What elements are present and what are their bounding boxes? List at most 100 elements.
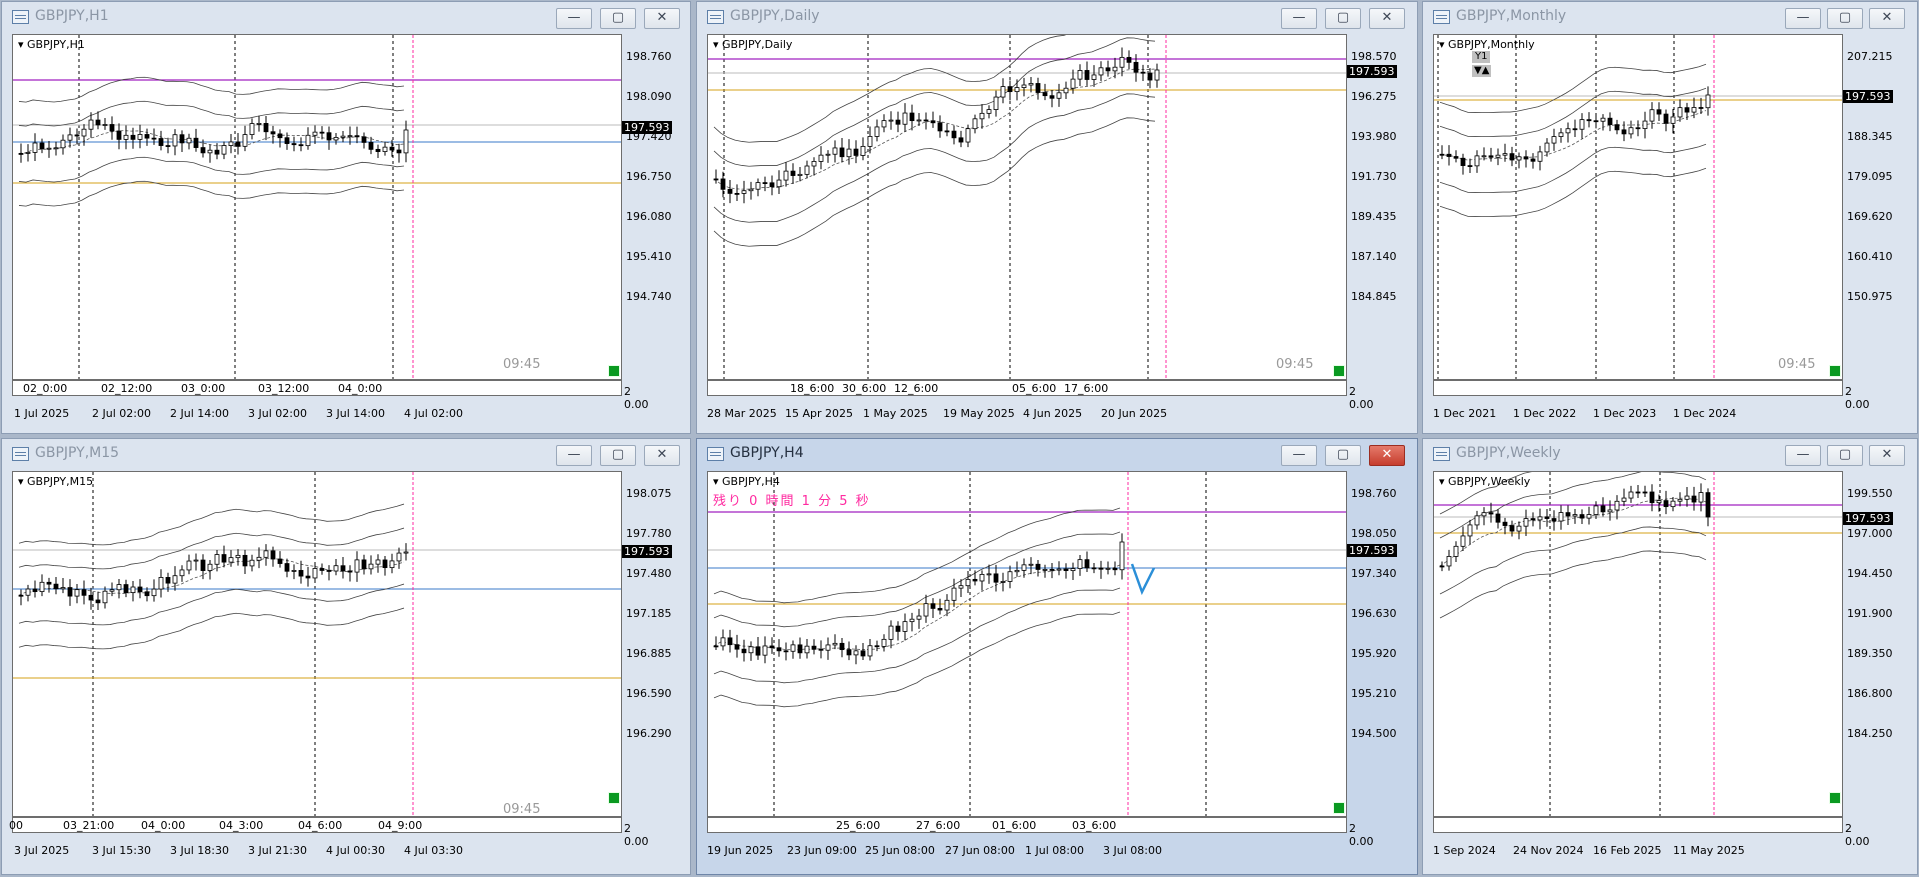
time-tick-label: 04_0:00	[141, 819, 186, 832]
time-scale[interactable]: 25_6:00 27_6:00 01_6:00 03_6:00	[707, 817, 1347, 833]
candle-body	[242, 554, 248, 567]
chart-symbol-label[interactable]: ▾ GBPJPY,Daily	[713, 38, 792, 51]
candle-body	[1467, 165, 1473, 167]
price-tick-label: 198.570	[1351, 50, 1397, 63]
chart-symbol-label[interactable]: ▾ GBPJPY,Weekly	[1439, 475, 1530, 488]
time-scale[interactable]: 18_6:00 30_6:00 12_6:00 05_6:00 17_6:00	[707, 380, 1347, 396]
price-tick-label: 199.550	[1847, 487, 1893, 500]
period-badge[interactable]: Y1	[1472, 51, 1491, 63]
autoscroll-indicator[interactable]	[1829, 365, 1841, 377]
candle-body	[825, 153, 831, 156]
candle-body	[916, 119, 922, 122]
minimize-button[interactable]: —	[1281, 445, 1317, 466]
minimize-button[interactable]: —	[556, 8, 592, 29]
date-axis: 1 Dec 2021 1 Dec 2022 1 Dec 2023 1 Dec 2024	[1433, 407, 1843, 423]
close-button[interactable]: ✕	[644, 8, 680, 29]
candle-body	[1544, 516, 1550, 519]
period-arrows[interactable]: ▼▲	[1472, 65, 1492, 77]
chart-window-h4[interactable]: GBPJPY,H4 — ▢ ✕ ▾ GBPJPY,H4 残り 0 時間 1 分 …	[696, 438, 1418, 875]
time-tick-label: 01_6:00	[992, 819, 1037, 832]
candle-body	[1056, 92, 1062, 99]
axis-scale-label: 2 0.00	[1845, 822, 1870, 848]
chart-symbol-label[interactable]: ▾ GBPJPY,H1	[18, 38, 85, 51]
chart-window-icon	[12, 10, 29, 24]
close-button[interactable]: ✕	[1869, 8, 1905, 29]
bollinger-band-line	[713, 37, 1156, 167]
chart-symbol-label[interactable]: ▾ GBPJPY,H4	[713, 475, 780, 488]
time-scale[interactable]: 00 03_21:00 04_0:00 04_3:00 04_6:00 04_9:00	[9, 817, 622, 833]
minimize-button[interactable]: —	[1281, 8, 1317, 29]
chart-symbol-label[interactable]: ▾ GBPJPY,M15	[18, 475, 93, 488]
candle-body	[720, 178, 726, 190]
chart-plot-area[interactable]: ▾ GBPJPY,Monthly Y1 ▼▲ 09:45	[1433, 34, 1843, 380]
time-scale[interactable]	[1433, 817, 1843, 833]
minimize-button[interactable]: —	[1785, 8, 1821, 29]
candle-body	[1537, 516, 1543, 521]
price-axis[interactable]: 198.570 196.275 193.980 191.730 189.435 187.1…	[1347, 34, 1417, 380]
chart-plot-area[interactable]: ▾ GBPJPY,Weekly	[1433, 471, 1843, 817]
candle-body	[790, 644, 796, 652]
time-scale[interactable]: 02_0:00 02_12:00 03_0:00 03_12:00 04_0:00	[12, 380, 622, 396]
candle-body	[1467, 524, 1473, 537]
date-axis: 1 Jul 2025 2 Jul 02:00 2 Jul 14:00 3 Jul 02…	[12, 407, 622, 423]
candle-body	[1572, 514, 1578, 517]
price-axis[interactable]: 198.760 198.090 197.420 196.750 196.080 195.4…	[622, 34, 690, 380]
chart-window-m15[interactable]: GBPJPY,M15 — ▢ ✕ ▾ GBPJPY,M15 09:45 198.…	[1, 438, 691, 875]
candle-body	[895, 625, 901, 632]
maximize-button[interactable]: ▢	[600, 8, 636, 29]
maximize-button[interactable]: ▢	[1325, 445, 1361, 466]
chart-plot-area[interactable]: ▾ GBPJPY,H1 09:45	[12, 34, 622, 380]
title-bar[interactable]: GBPJPY,H1 — ▢ ✕	[2, 2, 690, 32]
autoscroll-indicator[interactable]	[1829, 792, 1841, 804]
close-button[interactable]: ✕	[1369, 8, 1405, 29]
chart-plot-area[interactable]: ▾ GBPJPY,Daily 09:45	[707, 34, 1347, 380]
maximize-button[interactable]: ▢	[1827, 445, 1863, 466]
candle-body	[179, 569, 185, 577]
price-axis[interactable]: 207.215 197.593 188.345 179.095 169.620 160.4…	[1843, 34, 1917, 380]
chart-symbol-text: GBPJPY,H1	[27, 38, 85, 51]
candle-body	[1084, 559, 1090, 569]
autoscroll-indicator[interactable]	[608, 365, 620, 377]
title-bar[interactable]: GBPJPY,Daily — ▢ ✕	[697, 2, 1417, 32]
minimize-button[interactable]: —	[1785, 445, 1821, 466]
date-tick-label: 19 May 2025	[943, 407, 1015, 420]
minimize-button[interactable]: —	[556, 445, 592, 466]
price-axis[interactable]: 198.760 198.050 197.340 196.630 195.920 195.2…	[1347, 471, 1417, 817]
chart-window-h1[interactable]: GBPJPY,H1 — ▢ ✕ ▾ GBPJPY,H1 09:45 198.76…	[1, 1, 691, 434]
axis-scale-label: 2 0.00	[1349, 385, 1374, 411]
bollinger-band-line	[713, 93, 1156, 223]
chart-symbol-label[interactable]: ▾ GBPJPY,Monthly	[1439, 38, 1535, 51]
time-scale[interactable]	[1433, 380, 1843, 396]
candle-body	[713, 178, 719, 181]
candle-body	[186, 560, 192, 571]
close-button[interactable]: ✕	[644, 445, 680, 466]
title-bar[interactable]: GBPJPY,Weekly — ▢ ✕	[1423, 439, 1917, 469]
autoscroll-indicator[interactable]	[1333, 802, 1345, 814]
date-axis: 19 Jun 2025 23 Jun 09:00 25 Jun 08:00 27 Ju…	[707, 844, 1347, 860]
chart-window-weekly[interactable]: GBPJPY,Weekly — ▢ ✕ ▾ GBPJPY,Weekly 199.…	[1422, 438, 1918, 875]
price-axis[interactable]: 198.075 197.780 197.480 197.185 196.885 196.5…	[622, 471, 690, 817]
candle-body	[277, 558, 283, 564]
bollinger-band-line	[713, 587, 1121, 684]
title-bar[interactable]: GBPJPY,M15 — ▢ ✕	[2, 439, 690, 469]
maximize-button[interactable]: ▢	[1827, 8, 1863, 29]
maximize-button[interactable]: ▢	[1325, 8, 1361, 29]
close-button[interactable]: ✕	[1369, 445, 1405, 466]
candle-body	[930, 120, 936, 124]
autoscroll-indicator[interactable]	[1333, 365, 1345, 377]
candle-body	[102, 590, 108, 604]
maximize-button[interactable]: ▢	[600, 445, 636, 466]
chart-window-monthly[interactable]: GBPJPY,Monthly — ▢ ✕ ▾ GBPJPY,Monthly Y1…	[1422, 1, 1918, 434]
chart-window-daily[interactable]: GBPJPY,Daily — ▢ ✕ ▾ GBPJPY,Daily 09:45 …	[696, 1, 1418, 434]
chart-plot-area[interactable]: ▾ GBPJPY,H4 残り 0 時間 1 分 5 秒	[707, 471, 1347, 817]
autoscroll-indicator[interactable]	[608, 792, 620, 804]
chart-plot-area[interactable]: ▾ GBPJPY,M15 09:45	[12, 471, 622, 817]
candle-body	[986, 109, 992, 114]
title-bar[interactable]: GBPJPY,Monthly — ▢ ✕	[1423, 2, 1917, 32]
axis-scale-label: 2 0.00	[1845, 385, 1870, 411]
close-button[interactable]: ✕	[1869, 445, 1905, 466]
title-bar[interactable]: GBPJPY,H4 — ▢ ✕	[697, 439, 1417, 469]
price-axis[interactable]: 199.550 197.000 194.450 191.900 189.350 186.8…	[1843, 471, 1917, 817]
candle-body	[993, 96, 999, 110]
bollinger-band-line	[18, 180, 405, 207]
